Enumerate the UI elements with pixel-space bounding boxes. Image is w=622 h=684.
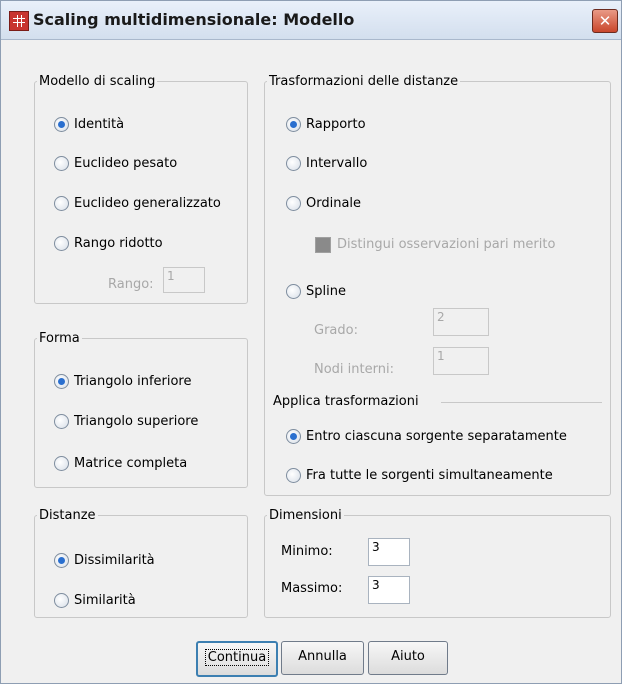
radio-entro-ciascuna[interactable]: Entro ciascuna sorgente separatamente xyxy=(286,429,567,444)
ties-checkbox[interactable] xyxy=(315,237,331,253)
ties-label: Distingui osservazioni pari merito xyxy=(337,237,556,252)
radio-dot-icon xyxy=(286,117,301,132)
radio-dot-icon xyxy=(286,284,301,299)
radio-triangolo-superiore[interactable]: Triangolo superiore xyxy=(54,414,198,429)
dialog-title: Scaling multidimensionale: Modello xyxy=(33,10,355,29)
radio-rango-ridotto[interactable]: Rango ridotto xyxy=(54,236,163,251)
radio-dot-icon xyxy=(286,429,301,444)
radio-dot-icon xyxy=(286,468,301,483)
radio-dot-icon xyxy=(286,196,301,211)
radio-euclideo-generalizzato[interactable]: Euclideo generalizzato xyxy=(54,196,221,211)
radio-dot-icon xyxy=(54,414,69,429)
radio-ordinale[interactable]: Ordinale xyxy=(286,196,361,211)
distanze-legend: Distanze xyxy=(39,508,96,523)
radio-matrice-completa[interactable]: Matrice completa xyxy=(54,456,187,471)
spss-app-icon xyxy=(9,11,29,31)
radio-intervallo[interactable]: Intervallo xyxy=(286,156,367,171)
help-button[interactable]: Aiuto xyxy=(368,641,448,675)
grado-label: Grado: xyxy=(314,323,358,338)
nodi-input[interactable]: 1 xyxy=(433,347,489,375)
radio-fra-tutte[interactable]: Fra tutte le sorgenti simultaneamente xyxy=(286,468,553,483)
minimo-input[interactable]: 3 xyxy=(368,538,410,566)
radio-spline[interactable]: Spline xyxy=(286,284,346,299)
cancel-button[interactable]: Annulla xyxy=(281,641,364,675)
rango-input[interactable]: 1 xyxy=(163,267,205,293)
rango-label: Rango: xyxy=(108,277,154,292)
continue-button[interactable]: Continua xyxy=(196,641,278,677)
dialog-window: Scaling multidimensionale: Modello ✕ Mod… xyxy=(0,0,622,684)
radio-dot-icon xyxy=(54,236,69,251)
forma-legend: Forma xyxy=(39,331,80,346)
radio-dot-icon xyxy=(54,456,69,471)
close-button[interactable]: ✕ xyxy=(592,9,618,33)
radio-dot-icon xyxy=(286,156,301,171)
applica-label: Applica trasformazioni xyxy=(273,394,419,409)
radio-dot-icon xyxy=(54,156,69,171)
title-bar: Scaling multidimensionale: Modello ✕ xyxy=(1,1,621,40)
scaling-model-group: Modello di scaling xyxy=(34,74,248,304)
radio-dot-icon xyxy=(54,593,69,608)
radio-similarita[interactable]: Similarità xyxy=(54,593,136,608)
dimensioni-legend: Dimensioni xyxy=(269,508,342,523)
massimo-label: Massimo: xyxy=(281,581,343,596)
radio-dot-icon xyxy=(54,117,69,132)
radio-dot-icon xyxy=(54,553,69,568)
radio-dot-icon xyxy=(54,196,69,211)
radio-rapporto[interactable]: Rapporto xyxy=(286,117,366,132)
applica-divider xyxy=(441,402,602,403)
radio-triangolo-inferiore[interactable]: Triangolo inferiore xyxy=(54,374,192,389)
massimo-input[interactable]: 3 xyxy=(368,576,410,604)
grado-input[interactable]: 2 xyxy=(433,308,489,336)
radio-euclideo-pesato[interactable]: Euclideo pesato xyxy=(54,156,177,171)
radio-dissimilarita[interactable]: Dissimilarità xyxy=(54,553,155,568)
dimensioni-group: Dimensioni xyxy=(264,508,611,618)
continue-button-label: Continua xyxy=(204,649,270,666)
nodi-label: Nodi interni: xyxy=(314,362,394,377)
scaling-model-legend: Modello di scaling xyxy=(39,74,156,89)
minimo-label: Minimo: xyxy=(281,544,333,559)
radio-identita[interactable]: Identità xyxy=(54,117,124,132)
radio-dot-icon xyxy=(54,374,69,389)
trasformazioni-legend: Trasformazioni delle distanze xyxy=(269,74,459,89)
